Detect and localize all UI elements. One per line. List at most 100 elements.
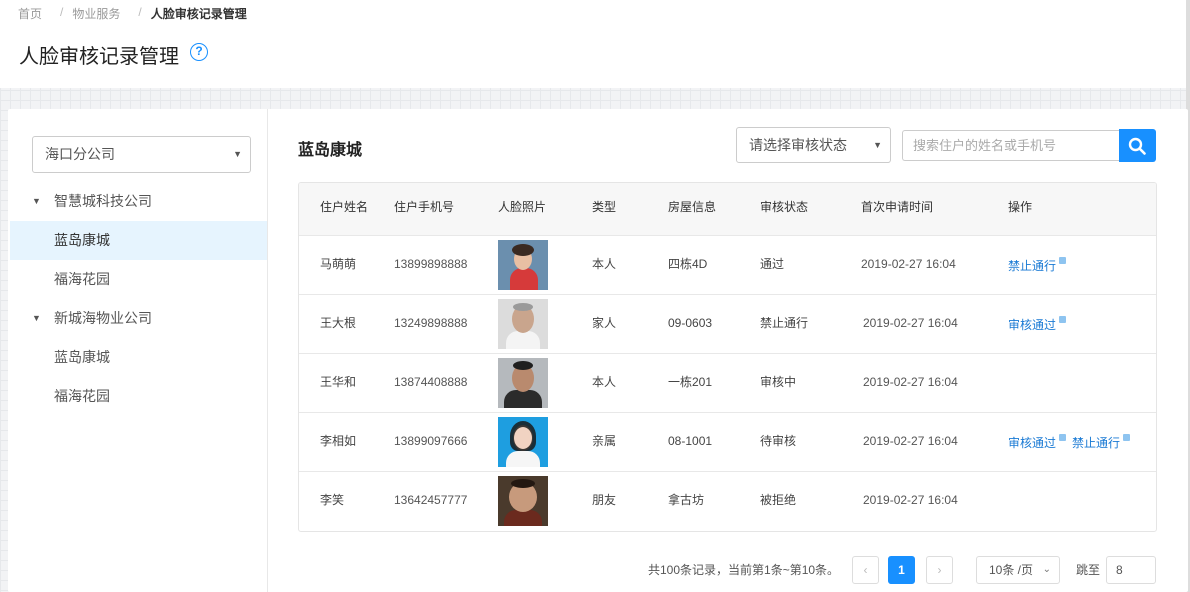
table-row: 李相如 13899097666 亲属 08-1001 待审核 2019-02-2… xyxy=(299,412,1156,473)
page-title: 人脸审核记录管理 xyxy=(19,46,179,68)
org-tree: ▼ 智慧城科技公司 蓝岛康城 福海花园 ▼ 新城海物业公司 蓝岛康城 福海花园 xyxy=(10,182,267,416)
cell-time: 2019-02-27 16:04 xyxy=(861,257,956,271)
chevron-right-icon: › xyxy=(937,563,942,577)
face-photo[interactable] xyxy=(498,299,548,349)
tree-item-fuhaihuayuan[interactable]: 福海花园 xyxy=(10,260,267,299)
main-panel: 蓝岛康城 请选择审核状态 ▼ 住户姓名 住户手机号 人脸照片 类型 房屋信息 审… xyxy=(298,109,1158,592)
cell-name: 李相如 xyxy=(320,434,357,448)
tree-item-label: 福海花园 xyxy=(54,271,110,287)
cell-phone: 13249898888 xyxy=(394,316,468,330)
chevron-down-icon: ⌄ xyxy=(1042,564,1051,575)
approve-link[interactable]: 审核通过 xyxy=(1008,413,1067,473)
table-header: 住户姓名 住户手机号 人脸照片 类型 房屋信息 审核状态 首次申请时间 操作 xyxy=(299,183,1156,236)
page-button-1[interactable]: 1 xyxy=(888,556,915,584)
cell-time: 2019-02-27 16:04 xyxy=(863,434,958,448)
header-name: 住户姓名 xyxy=(320,200,369,214)
jump-page-input[interactable] xyxy=(1106,556,1156,584)
approve-link[interactable]: 审核通过 xyxy=(1008,295,1067,355)
action-label: 禁止通行 xyxy=(1008,259,1057,273)
breadcrumb-current: 人脸审核记录管理 xyxy=(150,7,247,21)
search-icon xyxy=(1128,137,1146,155)
tree-item-label: 蓝岛康城 xyxy=(54,349,110,365)
cell-house: 四栋4D xyxy=(668,257,708,271)
breadcrumb-separator: / xyxy=(138,5,142,19)
table-row: 马萌萌 13899898888 本人 四栋4D 通过 2019-02-27 16… xyxy=(299,235,1156,296)
prev-page-button[interactable]: ‹ xyxy=(852,556,879,584)
action-label: 禁止通行 xyxy=(1072,436,1121,450)
status-select[interactable]: 请选择审核状态 ▼ xyxy=(736,127,891,163)
content-card: 海口分公司 ▼ ▼ 智慧城科技公司 蓝岛康城 福海花园 ▼ 新城海物业公司 蓝岛… xyxy=(8,109,1188,592)
audit-table: 住户姓名 住户手机号 人脸照片 类型 房屋信息 审核状态 首次申请时间 操作 马… xyxy=(298,182,1157,532)
caret-down-icon: ▼ xyxy=(32,196,41,206)
cell-house: 一栋201 xyxy=(668,375,713,389)
cell-time: 2019-02-27 16:04 xyxy=(863,493,958,507)
cell-name: 王华和 xyxy=(320,375,357,389)
next-page-button[interactable]: › xyxy=(926,556,953,584)
cell-status: 禁止通行 xyxy=(760,316,809,330)
breadcrumb-home[interactable]: 首页 xyxy=(18,5,42,22)
page-size-select[interactable]: 10条 /页 ⌄ xyxy=(976,556,1060,584)
ban-pass-link[interactable]: 禁止通行 xyxy=(1072,413,1131,473)
face-photo[interactable] xyxy=(498,417,548,467)
cell-type: 亲属 xyxy=(592,434,617,448)
cell-time: 2019-02-27 16:04 xyxy=(863,316,958,330)
header-phone: 住户手机号 xyxy=(394,200,455,214)
company-select[interactable]: 海口分公司 ▼ xyxy=(32,136,251,173)
header-type: 类型 xyxy=(592,200,617,214)
cell-name: 马萌萌 xyxy=(320,257,357,271)
status-select-placeholder: 请选择审核状态 xyxy=(749,137,847,153)
flag-icon xyxy=(1059,434,1067,441)
cell-type: 家人 xyxy=(592,316,617,330)
tree-group-xinchenghai[interactable]: ▼ 新城海物业公司 xyxy=(10,299,267,338)
ban-pass-link[interactable]: 禁止通行 xyxy=(1008,236,1067,296)
face-photo[interactable] xyxy=(498,476,548,526)
cell-status: 待审核 xyxy=(760,434,797,448)
cell-type: 本人 xyxy=(592,375,617,389)
cell-type: 朋友 xyxy=(592,493,617,507)
header-status: 审核状态 xyxy=(760,200,809,214)
cell-phone: 13899097666 xyxy=(394,434,468,448)
pagination-summary: 共100条记录，当前第1条~第10条。 xyxy=(648,563,840,577)
action-label: 审核通过 xyxy=(1008,318,1057,332)
tree-item-label: 新城海物业公司 xyxy=(54,310,152,326)
cell-status: 审核中 xyxy=(760,375,797,389)
sidebar: 海口分公司 ▼ ▼ 智慧城科技公司 蓝岛康城 福海花园 ▼ 新城海物业公司 蓝岛… xyxy=(8,109,268,592)
estate-title: 蓝岛康城 xyxy=(298,142,363,159)
tree-item-label: 蓝岛康城 xyxy=(54,232,110,248)
face-photo[interactable] xyxy=(498,358,548,408)
action-label: 审核通过 xyxy=(1008,436,1057,450)
search-input[interactable] xyxy=(902,130,1120,161)
flag-icon xyxy=(1123,434,1131,441)
flag-icon xyxy=(1059,316,1067,323)
tree-item-label: 福海花园 xyxy=(54,388,110,404)
cell-status: 被拒绝 xyxy=(760,493,797,507)
face-photo[interactable] xyxy=(498,240,548,290)
tree-item-landaokangcheng-2[interactable]: 蓝岛康城 xyxy=(10,338,267,377)
search-button[interactable] xyxy=(1119,129,1156,162)
question-circle-icon[interactable]: ? xyxy=(190,43,208,61)
page-size-value: 10条 /页 xyxy=(989,563,1034,577)
flag-icon xyxy=(1059,257,1067,264)
header-time: 首次申请时间 xyxy=(861,200,934,214)
caret-down-icon: ▼ xyxy=(873,140,882,150)
header-house: 房屋信息 xyxy=(668,200,717,214)
cell-house: 09-0603 xyxy=(668,316,713,330)
cell-phone: 13874408888 xyxy=(394,375,468,389)
caret-down-icon: ▼ xyxy=(233,149,242,159)
breadcrumb: 首页 / 物业服务 / 人脸审核记录管理 xyxy=(18,5,247,22)
table-row: 王大根 13249898888 家人 09-0603 禁止通行 2019-02-… xyxy=(299,294,1156,355)
tree-item-label: 智慧城科技公司 xyxy=(54,193,152,209)
chevron-left-icon: ‹ xyxy=(863,563,868,577)
cell-phone: 13642457777 xyxy=(394,493,468,507)
jump-label: 跳至 xyxy=(1076,563,1101,577)
cell-house: 08-1001 xyxy=(668,434,713,448)
tree-item-landaokangcheng[interactable]: 蓝岛康城 xyxy=(10,221,267,260)
page-header: 首页 / 物业服务 / 人脸审核记录管理 人脸审核记录管理 ? xyxy=(0,0,1190,88)
company-select-value: 海口分公司 xyxy=(45,146,115,162)
cell-phone: 13899898888 xyxy=(394,257,468,271)
cell-time: 2019-02-27 16:04 xyxy=(863,375,958,389)
header-actions: 操作 xyxy=(1008,200,1033,214)
tree-item-fuhaihuayuan-2[interactable]: 福海花园 xyxy=(10,377,267,416)
tree-group-zhihuicheng[interactable]: ▼ 智慧城科技公司 xyxy=(10,182,267,221)
breadcrumb-property-service[interactable]: 物业服务 xyxy=(72,5,120,22)
